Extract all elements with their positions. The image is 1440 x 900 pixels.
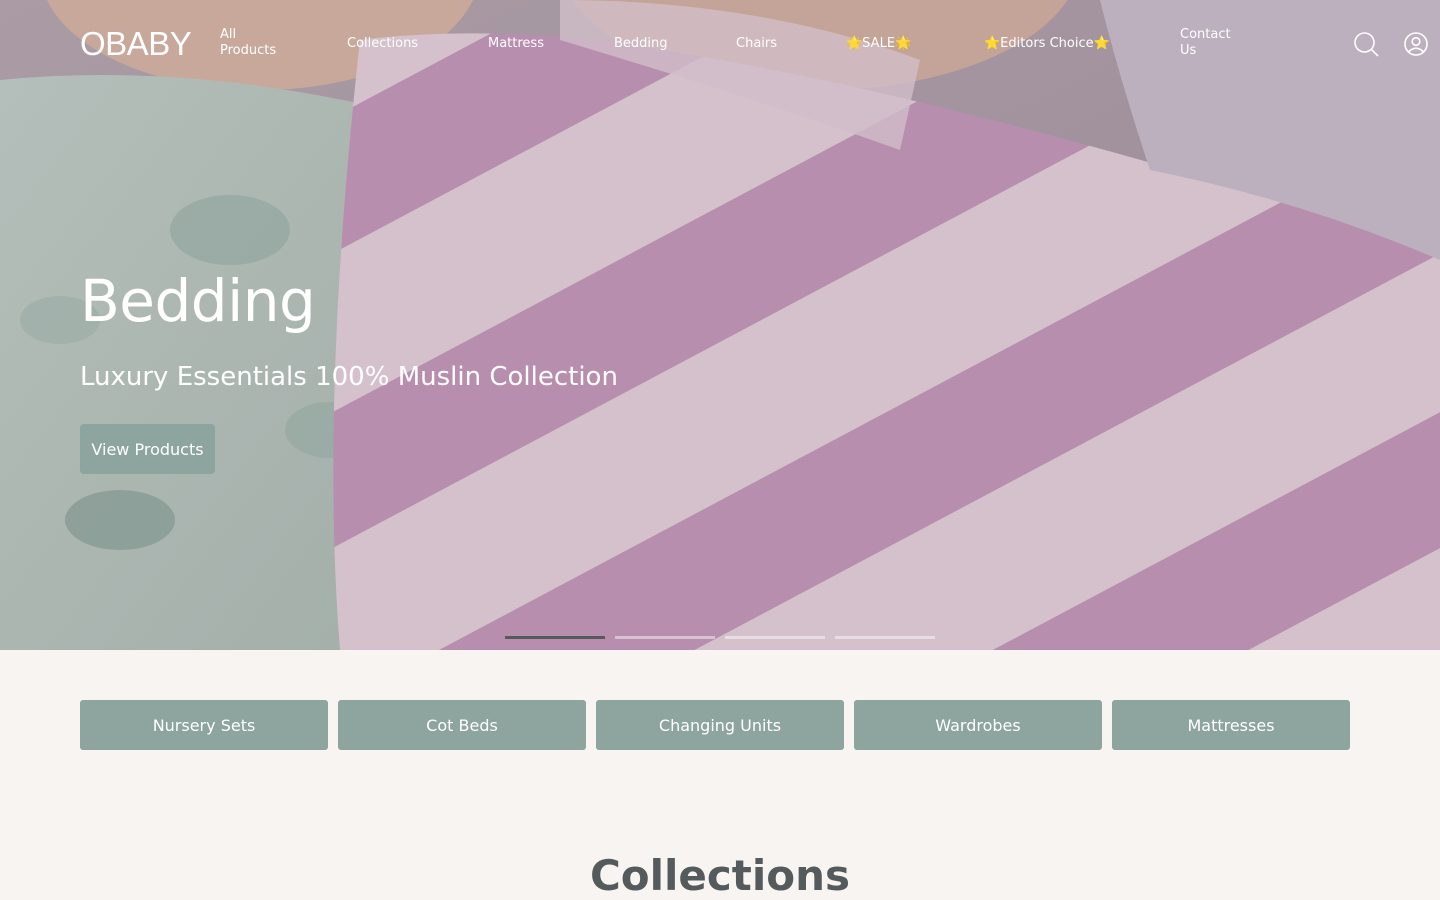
site-header: OBABY All Products Collections Mattress … — [0, 0, 1440, 90]
nav-bedding[interactable]: Bedding — [614, 36, 668, 52]
nav-sale[interactable]: 🌟SALE🌟 — [846, 36, 911, 52]
category-changing-units-button[interactable]: Changing Units — [596, 700, 844, 750]
category-mattresses-button[interactable]: Mattresses — [1112, 700, 1350, 750]
category-cot-beds-button[interactable]: Cot Beds — [338, 700, 586, 750]
slide-indicator-3[interactable] — [725, 636, 825, 639]
slide-indicator-1[interactable] — [505, 636, 605, 639]
nav-chairs[interactable]: Chairs — [736, 36, 777, 52]
slide-indicator-2[interactable] — [615, 636, 715, 639]
nav-collections[interactable]: Collections — [347, 36, 418, 52]
hero-title: Bedding — [80, 267, 316, 335]
slider-indicators — [505, 636, 935, 640]
nav-all-products[interactable]: All Products — [220, 27, 282, 59]
nav-contact-us[interactable]: Contact Us — [1180, 27, 1236, 59]
hero-subtitle: Luxury Essentials 100% Muslin Collection — [80, 362, 618, 392]
account-icon[interactable] — [1403, 31, 1429, 57]
collections-heading: Collections — [589, 851, 851, 900]
nav-mattress[interactable]: Mattress — [488, 36, 544, 52]
search-icon[interactable] — [1353, 31, 1379, 57]
nav-editors-choice[interactable]: ⭐Editors Choice⭐ — [984, 36, 1110, 52]
category-nursery-sets-button[interactable]: Nursery Sets — [80, 700, 328, 750]
brand-logo[interactable]: OBABY — [80, 26, 192, 62]
slide-indicator-4[interactable] — [835, 636, 935, 639]
category-wardrobes-button[interactable]: Wardrobes — [854, 700, 1102, 750]
view-products-button[interactable]: View Products — [80, 424, 215, 474]
